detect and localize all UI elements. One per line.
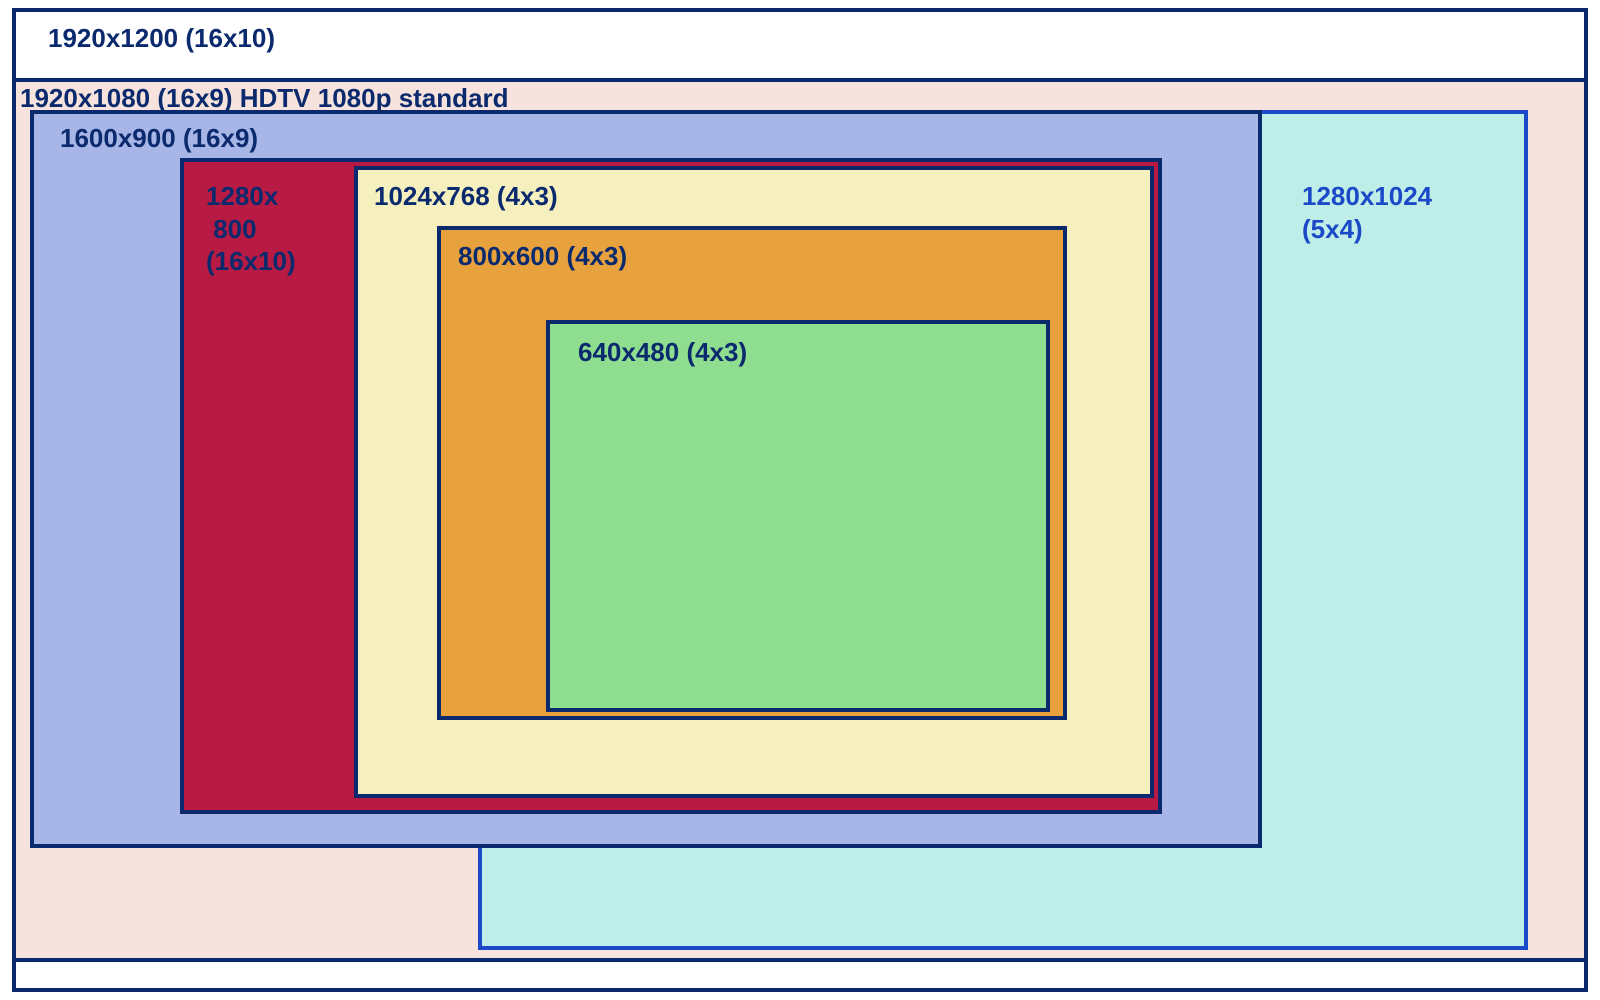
resolution-diagram: 1920x1200 (16x10) 1920x1080 (16x9) HDTV … [0,0,1600,1000]
label-1280x1024: 1280x1024 (5x4) [1302,180,1432,245]
label-1920x1080: 1920x1080 (16x9) HDTV 1080p standard [20,82,509,115]
label-1600x900: 1600x900 (16x9) [60,122,258,155]
label-800x600: 800x600 (4x3) [458,240,627,273]
label-1920x1200: 1920x1200 (16x10) [48,22,275,55]
box-640x480 [546,320,1050,712]
label-1024x768: 1024x768 (4x3) [374,180,558,213]
label-640x480: 640x480 (4x3) [578,336,747,369]
label-1280x800: 1280x 800 (16x10) [206,180,296,278]
